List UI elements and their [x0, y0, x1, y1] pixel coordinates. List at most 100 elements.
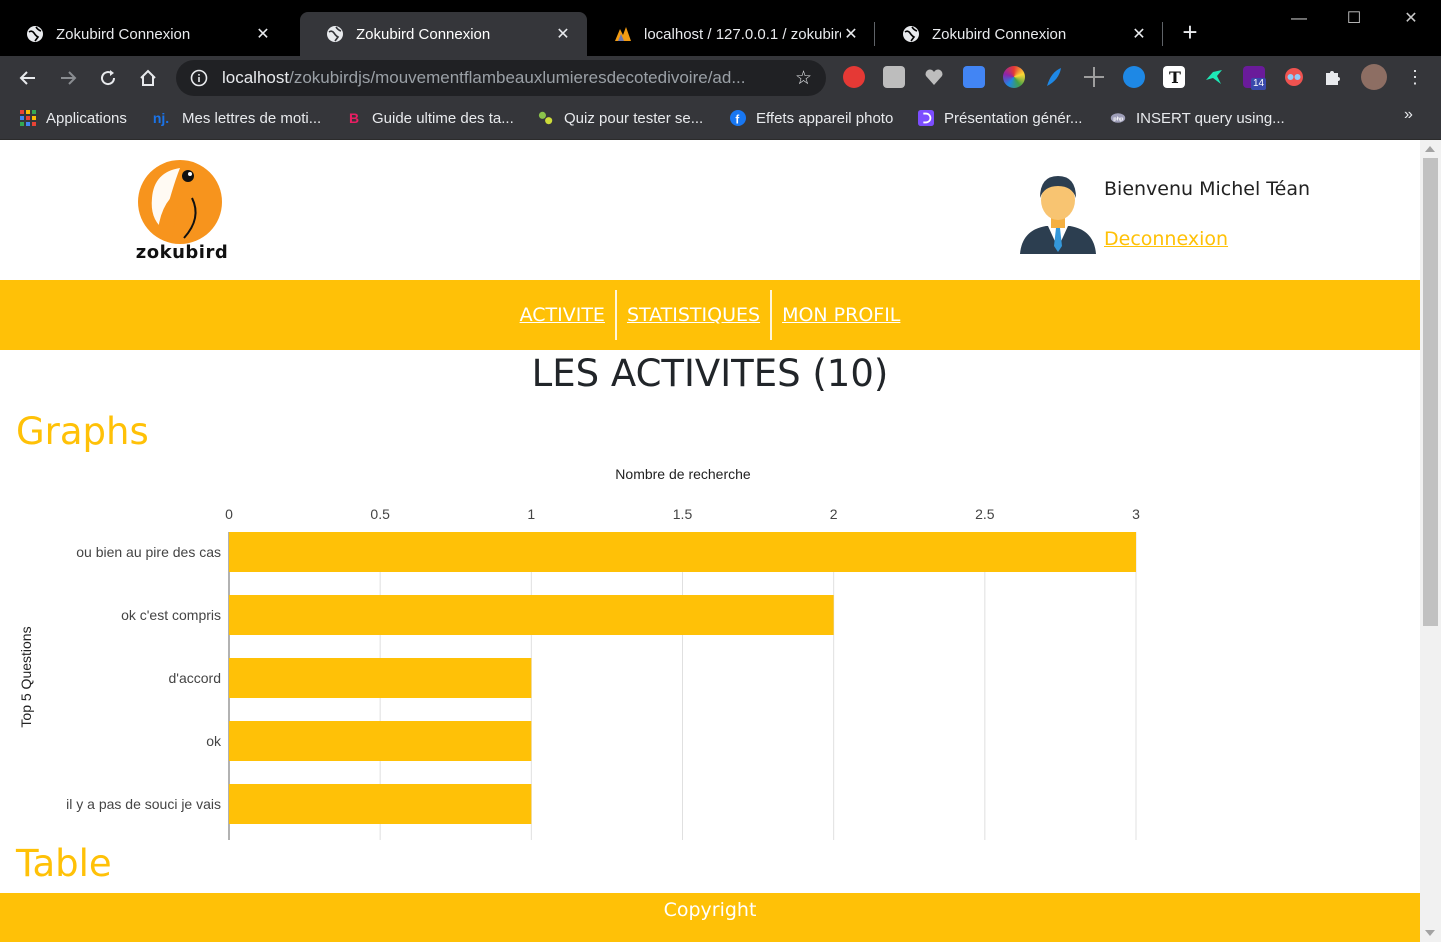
welcome-text: Bienvenu Michel Téan — [1104, 178, 1311, 200]
menu-dots-icon[interactable]: ⋮ — [1404, 66, 1426, 88]
leaf-icon — [538, 110, 554, 126]
chart-bar[interactable] — [229, 595, 834, 635]
b-icon: B — [348, 110, 360, 126]
nav-separator — [614, 290, 617, 340]
extension-square-icon[interactable] — [883, 66, 905, 88]
bookmark-label: Mes lettres de moti... — [182, 109, 322, 127]
graphs-heading: Graphs — [16, 410, 149, 453]
nav-activite[interactable]: ACTIVITE — [510, 290, 615, 340]
address-bar[interactable]: localhost/zokubirdjs/mouvementflambeauxl… — [176, 60, 826, 96]
crosshair-extension-icon[interactable] — [1083, 66, 1105, 88]
reload-icon[interactable] — [94, 64, 122, 92]
home-icon[interactable] — [134, 64, 162, 92]
chart-bar[interactable] — [229, 784, 532, 824]
heart-extension-icon[interactable] — [923, 66, 945, 88]
window-close-icon[interactable]: ✕ — [1388, 4, 1434, 34]
globe-icon — [327, 26, 343, 42]
nav-mon-profil[interactable]: MON PROFIL — [772, 290, 910, 340]
tab-separator — [1162, 22, 1163, 46]
phpmyadmin-icon — [615, 27, 631, 41]
tab-close-icon[interactable]: ✕ — [1129, 24, 1149, 44]
d-icon — [918, 110, 934, 126]
chart-category-label: ok c'est compris — [121, 607, 221, 623]
bookmark-effets[interactable]: f Effets appareil photo — [730, 106, 893, 130]
chart-x-tick-label: 3 — [1132, 506, 1140, 522]
bookmark-presentation[interactable]: Présentation génér... — [918, 106, 1082, 130]
bookmark-star-icon[interactable]: ☆ — [795, 67, 812, 90]
browser-tab-3[interactable]: localhost / 127.0.0.1 / zokubird ✕ — [588, 12, 875, 56]
feather-extension-icon[interactable] — [1043, 66, 1065, 88]
metamask-extension-icon[interactable] — [1123, 66, 1145, 88]
chart-bar[interactable] — [229, 721, 532, 761]
svg-text:T: T — [1169, 68, 1181, 87]
scrollbar-thumb[interactable] — [1423, 158, 1438, 626]
minimize-icon[interactable]: — — [1276, 4, 1322, 34]
browser-toolbar: localhost/zokubirdjs/mouvementflambeauxl… — [0, 56, 1441, 100]
puzzle-extensions-icon[interactable] — [1322, 66, 1344, 88]
chart-x-tick-label: 0 — [225, 506, 233, 522]
hat-extension-icon[interactable]: 14 — [1243, 66, 1267, 90]
bookmark-label: INSERT query using... — [1136, 109, 1285, 127]
adblock-extension-icon[interactable] — [843, 66, 865, 88]
chart-bar[interactable] — [229, 658, 532, 698]
scroll-up-icon[interactable] — [1425, 146, 1435, 152]
logout-link[interactable]: Deconnexion — [1104, 228, 1228, 250]
bookmark-quiz[interactable]: Quiz pour tester se... — [538, 106, 703, 130]
bookmark-insert[interactable]: php INSERT query using... — [1110, 106, 1285, 130]
logo-text: zokubird — [135, 242, 229, 263]
apps-grid-icon — [20, 110, 36, 126]
globe-icon — [27, 26, 43, 42]
scroll-down-icon[interactable] — [1425, 930, 1435, 936]
browser-tab-4[interactable]: Zokubird Connexion ✕ — [876, 12, 1163, 56]
bookmarks-bar: Applications nj. Mes lettres de moti... … — [0, 100, 1441, 140]
bookmark-label: Effets appareil photo — [756, 109, 894, 127]
svg-text:php: php — [1113, 116, 1124, 122]
bookmark-guide[interactable]: B Guide ultime des ta... — [346, 106, 514, 130]
text-extension-icon[interactable]: T — [1163, 66, 1185, 88]
chart-x-tick-label: 2.5 — [975, 506, 995, 522]
tab-title: Zokubird Connexion — [932, 25, 1067, 43]
svg-text:f: f — [735, 114, 739, 126]
maximize-icon[interactable]: ☐ — [1331, 4, 1377, 34]
nj-icon: nj. — [152, 110, 170, 126]
profile-avatar-icon[interactable] — [1361, 64, 1387, 90]
google-translate-icon[interactable] — [963, 66, 985, 88]
chart-x-tick-label: 0.5 — [370, 506, 390, 522]
chart-x-tick-label: 2 — [830, 506, 838, 522]
page-footer: Copyright — [0, 893, 1420, 942]
new-tab-plus-icon[interactable]: + — [1176, 16, 1204, 48]
browser-chrome: Zokubird Connexion ✕ Zokubird Connexion … — [0, 0, 1441, 140]
extension-badge: 14 — [1251, 78, 1267, 90]
nav-separator — [770, 290, 773, 340]
page-scrollbar[interactable] — [1420, 140, 1441, 942]
color-picker-icon[interactable] — [1003, 66, 1025, 88]
tab-close-icon[interactable]: ✕ — [253, 24, 273, 44]
bookmarks-overflow-icon[interactable]: » — [1404, 106, 1413, 124]
browser-tab-1[interactable]: Zokubird Connexion ✕ — [0, 12, 287, 56]
bookmark-applications[interactable]: Applications — [20, 106, 127, 130]
tab-close-icon[interactable]: ✕ — [553, 24, 573, 44]
tab-close-icon[interactable]: ✕ — [841, 24, 861, 44]
table-heading: Table — [16, 842, 112, 885]
info-icon[interactable] — [190, 69, 208, 87]
bookmark-label: Présentation génér... — [944, 109, 1083, 127]
browser-tab-2[interactable]: Zokubird Connexion ✕ — [300, 12, 587, 56]
top-questions-bar-chart: Nombre de recherche Top 5 Questions 0 0.5… — [18, 466, 1140, 840]
chart-bar[interactable] — [229, 532, 1136, 572]
forward-arrow-icon[interactable] — [54, 64, 82, 92]
bird-extension-icon[interactable] — [1203, 66, 1225, 88]
bookmark-lettres[interactable]: nj. Mes lettres de moti... — [150, 106, 321, 130]
db-icon: php — [1110, 110, 1126, 126]
site-header: zokubird Bienvenu Michel Téan Deconnexio… — [0, 140, 1420, 280]
page-title: LES ACTIVITES (10) — [531, 352, 889, 395]
nav-links: ACTIVITE STATISTIQUES MON PROFIL — [0, 290, 1420, 340]
nav-statistiques[interactable]: STATISTIQUES — [617, 290, 770, 340]
facebook-icon: f — [730, 110, 746, 126]
chart-y-axis-label: Top 5 Questions — [18, 626, 34, 727]
glasses-extension-icon[interactable] — [1283, 66, 1305, 88]
back-arrow-icon[interactable] — [14, 64, 42, 92]
chart-x-tick-label: 1 — [527, 506, 535, 522]
chart-axis-title: Nombre de recherche — [615, 466, 751, 482]
zokubird-logo[interactable]: zokubird — [132, 158, 232, 268]
chart-category-label: ou bien au pire des cas — [76, 544, 221, 560]
